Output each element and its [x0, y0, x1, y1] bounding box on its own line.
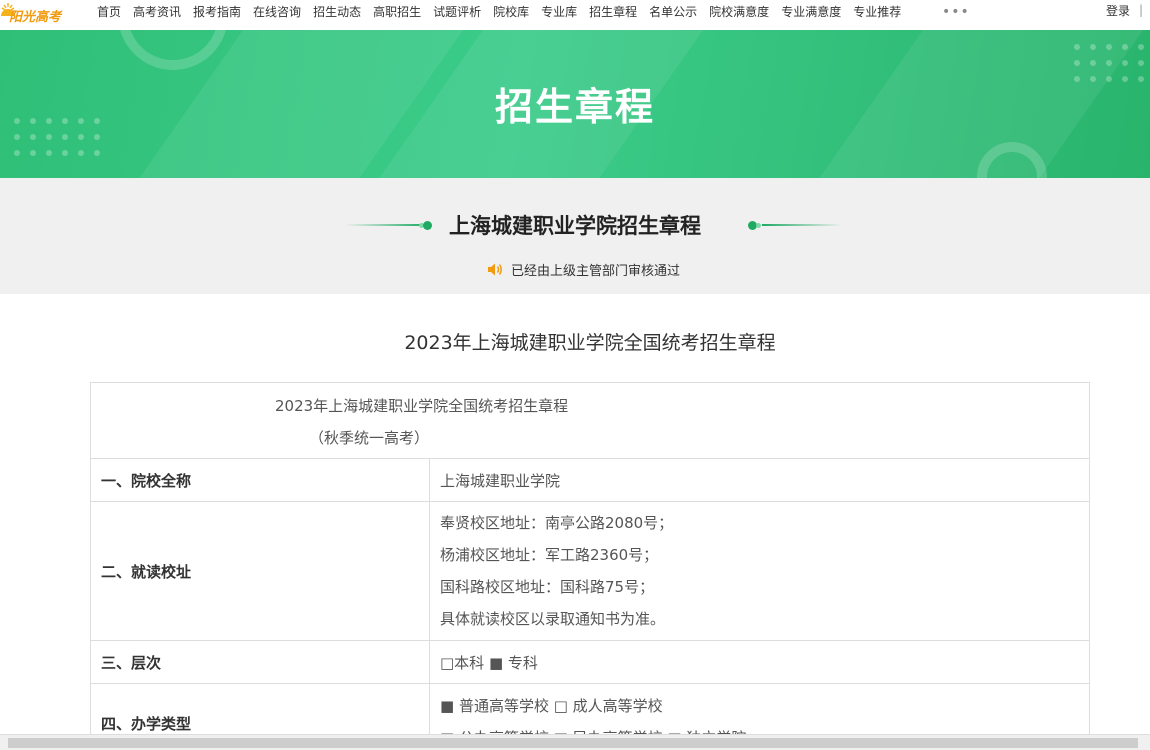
row-value: 上海城建职业学院 — [429, 458, 1090, 502]
row-value: 奉贤校区地址：南亭公路2080号； 杨浦校区地址：军工路2360号； 国科路校区… — [429, 501, 1090, 641]
audit-text: 已经由上级主管部门审核通过 — [511, 264, 681, 279]
college-title: 上海城建职业学院招生章程 — [449, 214, 701, 238]
audit-notice: 已经由上级主管部门审核通过 — [487, 260, 680, 279]
nav-item-consult[interactable]: 在线咨询 — [253, 3, 301, 20]
login-separator: | — [1139, 3, 1144, 17]
banner-title: 招生章程 — [494, 85, 655, 129]
nav-item-major-recommend[interactable]: 专业推荐 — [853, 3, 901, 20]
logo-text: 阳光高考 — [9, 10, 62, 25]
login-link[interactable]: 登录 — [1106, 2, 1130, 19]
top-nav: 阳光高考 首页 高考资讯 报考指南 在线咨询 招生动态 高职招生 试题评析 院校… — [0, 0, 1150, 30]
page-banner: 招生章程 — [0, 30, 1150, 178]
table-row: 三、层次 □本科 ■ 专科 — [90, 640, 1090, 684]
value-line: 奉贤校区地址：南亭公路2080号； — [440, 514, 674, 532]
table-header-cell: 2023年上海城建职业学院全国统考招生章程 （秋季统一高考） — [90, 382, 1090, 459]
nav-item-exam-review[interactable]: 试题评析 — [433, 3, 481, 20]
nav-item-vocational[interactable]: 高职招生 — [373, 3, 421, 20]
table-row: 二、就读校址 奉贤校区地址：南亭公路2080号； 杨浦校区地址：军工路2360号… — [90, 501, 1090, 641]
value-line: 具体就读校区以录取通知书为准。 — [440, 610, 666, 628]
value-line: 上海城建职业学院 — [440, 471, 561, 490]
horizontal-scrollbar[interactable] — [0, 734, 1150, 750]
table-header-line: 2023年上海城建职业学院全国统考招生章程 — [275, 397, 569, 415]
site-logo[interactable]: 阳光高考 — [0, 0, 80, 30]
nav-item-lists[interactable]: 名单公示 — [649, 3, 697, 20]
nav-menu: 首页 高考资讯 报考指南 在线咨询 招生动态 高职招生 试题评析 院校库 专业库… — [97, 0, 913, 22]
row-label: 三、层次 — [90, 640, 430, 684]
nav-item-major-satisfaction[interactable]: 专业满意度 — [781, 3, 841, 20]
nav-item-admission-news[interactable]: 招生动态 — [313, 3, 361, 20]
table-header-line: （秋季统一高考） — [309, 429, 430, 447]
row-label: 一、院校全称 — [90, 458, 430, 502]
nav-item-home[interactable]: 首页 — [97, 3, 121, 20]
regulations-table: 2023年上海城建职业学院全国统考招生章程 （秋季统一高考） 一、院校全称 上海… — [90, 382, 1090, 750]
nav-item-majors[interactable]: 专业库 — [541, 3, 577, 20]
value-line: 杨浦校区地址：军工路2360号； — [440, 546, 659, 564]
nav-item-guide[interactable]: 报考指南 — [193, 3, 241, 20]
row-value: □本科 ■ 专科 — [429, 640, 1090, 684]
table-row: 2023年上海城建职业学院全国统考招生章程 （秋季统一高考） — [90, 382, 1090, 459]
nav-item-college-satisfaction[interactable]: 院校满意度 — [709, 3, 769, 20]
value-line: ■ 普通高等学校 □ 成人高等学校 — [440, 697, 663, 715]
nav-item-colleges[interactable]: 院校库 — [493, 3, 529, 20]
college-title-section: 上海城建职业学院招生章程 已经由上级主管部门审核通过 — [0, 178, 1150, 294]
nav-item-news[interactable]: 高考资讯 — [133, 3, 181, 20]
scrollbar-thumb[interactable] — [8, 738, 1138, 748]
value-line: □本科 ■ 专科 — [440, 653, 538, 672]
title-deco-line — [762, 224, 842, 226]
value-line: 国科路校区地址：国科路75号； — [440, 578, 655, 596]
title-deco-dot — [756, 223, 761, 228]
nav-item-regulations[interactable]: 招生章程 — [589, 3, 637, 20]
document-title: 2023年上海城建职业学院全国统考招生章程 — [404, 332, 776, 354]
table-row: 一、院校全称 上海城建职业学院 — [90, 458, 1090, 502]
more-menu-icon[interactable]: ••• — [942, 4, 970, 20]
row-label: 二、就读校址 — [90, 501, 430, 641]
banner-ring-decoration — [118, 30, 228, 70]
speaker-icon — [488, 263, 502, 276]
